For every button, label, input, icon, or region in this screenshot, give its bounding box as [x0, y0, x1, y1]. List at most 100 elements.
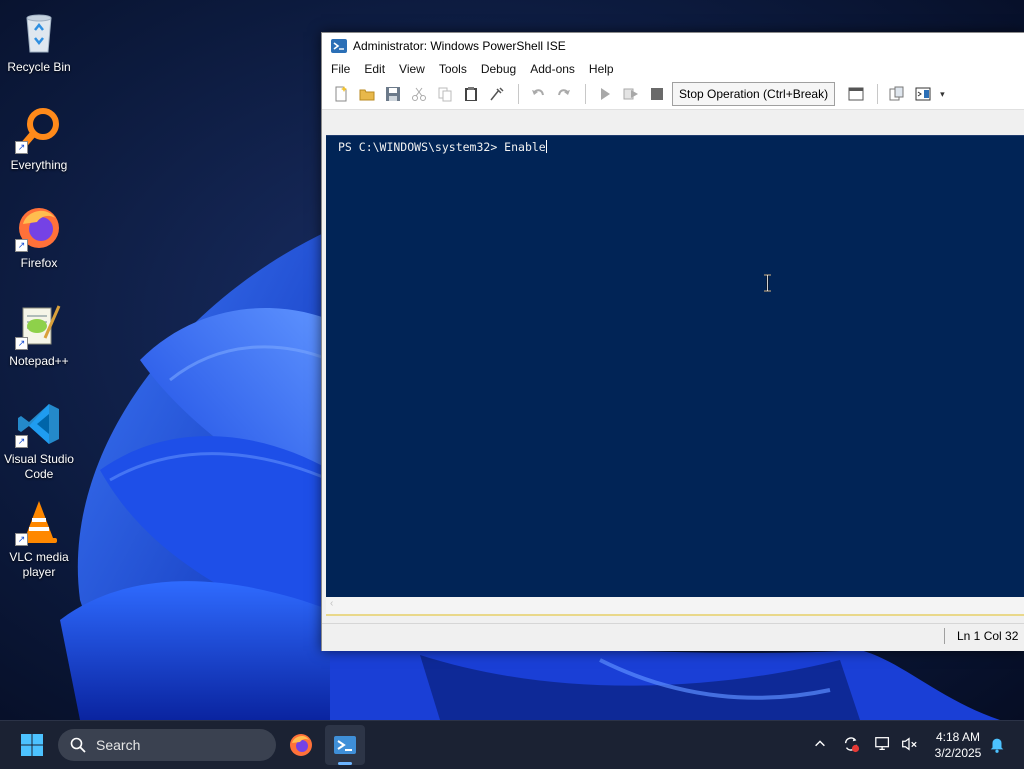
- menu-add-ons[interactable]: Add-ons: [523, 62, 582, 76]
- command-addon-icon: [915, 87, 931, 101]
- desktop-icon-label: Visual Studio Code: [4, 452, 74, 481]
- search-icon: [70, 737, 86, 753]
- network-icon: [875, 737, 890, 751]
- menu-debug[interactable]: Debug: [474, 62, 523, 76]
- clear-console-icon: [490, 87, 504, 101]
- open-button[interactable]: [356, 83, 378, 105]
- windows-logo-icon: [21, 734, 43, 756]
- vscode-icon: ↗: [15, 400, 63, 448]
- desktop-icon-firefox[interactable]: ↗ Firefox: [2, 204, 76, 271]
- run-selection-button[interactable]: [620, 83, 642, 105]
- powershell-ise-window[interactable]: Administrator: Windows PowerShell ISE Fi…: [321, 32, 1024, 651]
- new-file-icon: [335, 86, 347, 102]
- text-caret: [545, 140, 547, 153]
- cut-icon: [412, 87, 426, 101]
- menu-edit[interactable]: Edit: [357, 62, 392, 76]
- clear-console-button[interactable]: [486, 83, 508, 105]
- menu-bar: File Edit View Tools Debug Add-ons Help: [322, 59, 1024, 79]
- shortcut-arrow-icon: ↗: [15, 533, 28, 546]
- shortcut-arrow-icon: ↗: [15, 239, 28, 252]
- menu-tools[interactable]: Tools: [432, 62, 474, 76]
- desktop-icon-recycle-bin[interactable]: Recycle Bin: [2, 8, 76, 75]
- chevron-up-icon: [815, 740, 825, 747]
- desktop-icon-everything[interactable]: ↗ Everything: [2, 106, 76, 173]
- desktop-icon-label: Everything: [10, 158, 68, 172]
- console-prompt: PS C:\WINDOWS\system32>: [338, 140, 505, 154]
- desktop-icon-label: VLC media player: [9, 550, 69, 579]
- console-line: PS C:\WINDOWS\system32> Enable: [338, 140, 547, 154]
- redo-icon: [558, 89, 570, 96]
- taskbar-firefox[interactable]: [281, 725, 321, 765]
- firefox-icon: ↗: [15, 204, 63, 252]
- desktop-icon-notepad-plus-plus[interactable]: ↗ Notepad++: [2, 302, 76, 369]
- save-icon: [386, 87, 400, 101]
- stop-operation-tooltip: Stop Operation (Ctrl+Break): [672, 82, 836, 106]
- copy-icon: [438, 87, 452, 102]
- save-button[interactable]: [382, 83, 404, 105]
- taskbar: Search 4:18 AM 3/2/2025: [0, 720, 1024, 769]
- firefox-icon: [290, 734, 312, 756]
- tray-sync-app[interactable]: [840, 733, 862, 755]
- start-button[interactable]: [12, 725, 52, 765]
- undo-icon: [532, 89, 544, 96]
- show-script-pane-button[interactable]: [845, 83, 867, 105]
- commands-icon: [889, 86, 904, 101]
- run-script-button[interactable]: [594, 83, 616, 105]
- taskbar-powershell-ise[interactable]: [325, 725, 365, 765]
- show-hidden-icons-button[interactable]: [809, 733, 831, 755]
- vlc-icon: ↗: [15, 498, 63, 546]
- powershell-ise-icon: [334, 736, 356, 754]
- pane-splitter[interactable]: [322, 119, 1024, 135]
- tray-network[interactable]: [872, 733, 894, 755]
- sync-icon: [844, 737, 860, 753]
- desktop-icon-label: Firefox: [20, 256, 58, 270]
- open-folder-icon: [359, 89, 375, 101]
- notifications-button[interactable]: [986, 733, 1008, 755]
- copy-button[interactable]: [434, 83, 456, 105]
- shortcut-arrow-icon: ↗: [15, 141, 28, 154]
- paste-button[interactable]: [460, 83, 482, 105]
- toolbar: Stop Operation (Ctrl+Break) ▾: [322, 79, 1024, 110]
- status-bar: Ln 1 Col 32: [322, 623, 1024, 648]
- console-pane[interactable]: PS C:\WINDOWS\system32> Enable: [326, 135, 1024, 598]
- shortcut-arrow-icon: ↗: [15, 337, 28, 350]
- stop-icon: [651, 88, 663, 100]
- toolbar-separator: [518, 84, 519, 104]
- title-bar[interactable]: Administrator: Windows PowerShell ISE: [322, 33, 1024, 59]
- desktop-icon-label: Notepad++: [9, 354, 69, 368]
- new-script-button[interactable]: [330, 83, 352, 105]
- stop-button[interactable]: [646, 83, 668, 105]
- volume-muted-icon: [902, 737, 917, 751]
- desktop-icon-label: Recycle Bin: [7, 60, 71, 74]
- script-pane-icon: [848, 87, 864, 101]
- paste-icon: [465, 87, 477, 101]
- menu-help[interactable]: Help: [582, 62, 621, 76]
- show-command-addon-button[interactable]: [912, 83, 934, 105]
- everything-search-icon: ↗: [15, 106, 63, 154]
- toolbar-overflow-icon[interactable]: ▾: [940, 89, 945, 100]
- taskbar-search[interactable]: Search: [58, 729, 276, 761]
- mouse-ibeam-cursor-icon: [764, 274, 771, 292]
- run-icon: [601, 88, 610, 100]
- toolbar-separator: [585, 84, 586, 104]
- cursor-position: Ln 1 Col 32: [957, 629, 1019, 643]
- cut-button[interactable]: [408, 83, 430, 105]
- desktop-icon-vlc[interactable]: ↗ VLC media player: [2, 498, 76, 580]
- active-app-indicator: [338, 762, 352, 765]
- show-commands-button[interactable]: [886, 83, 908, 105]
- run-selection-icon: [623, 88, 638, 100]
- menu-view[interactable]: View: [392, 62, 432, 76]
- desktop-icon-vscode[interactable]: ↗ Visual Studio Code: [2, 400, 76, 482]
- toolbar-separator: [877, 84, 879, 104]
- window-title: Administrator: Windows PowerShell ISE: [353, 39, 566, 53]
- redo-button[interactable]: [553, 83, 575, 105]
- bell-icon: [990, 738, 1004, 753]
- menu-file[interactable]: File: [324, 62, 357, 76]
- console-input[interactable]: Enable: [504, 140, 546, 154]
- tray-volume[interactable]: [898, 733, 920, 755]
- undo-button[interactable]: [527, 83, 549, 105]
- horizontal-scrollbar[interactable]: ‹: [326, 597, 1024, 616]
- powershell-ise-icon: [331, 39, 347, 53]
- notepad-plus-plus-icon: ↗: [15, 302, 63, 350]
- scroll-left-icon[interactable]: ‹: [330, 598, 333, 609]
